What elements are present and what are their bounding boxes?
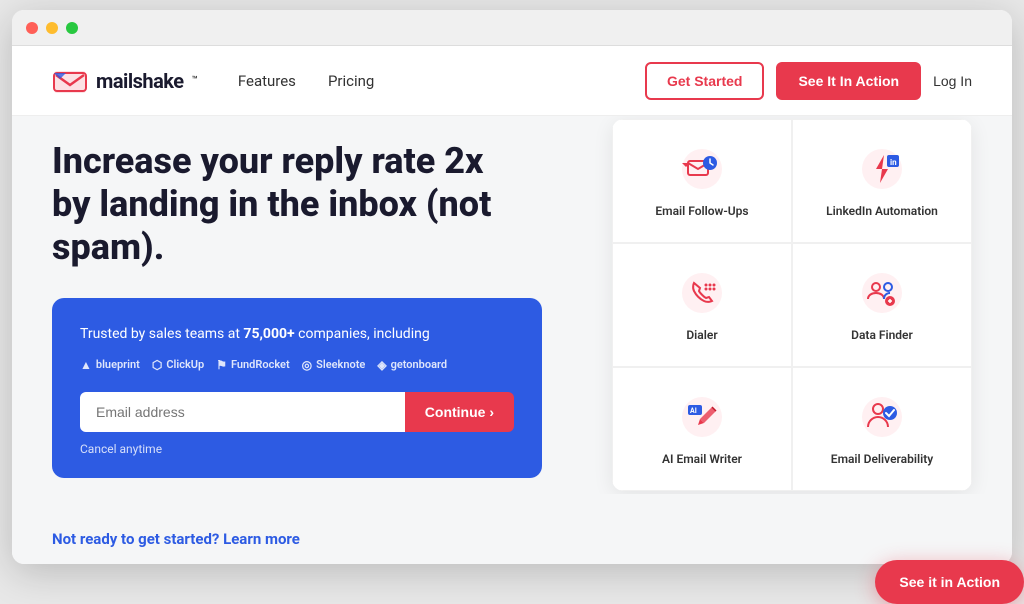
feature-card-deliverability[interactable]: Email Deliverability xyxy=(792,367,972,491)
feature-card-linkedin[interactable]: in LinkedIn Automation xyxy=(792,119,972,243)
company-logo-getonboard: ◈ getonboard xyxy=(377,358,447,372)
cancel-text: Cancel anytime xyxy=(80,442,514,456)
nav-links: Features Pricing xyxy=(238,72,645,90)
company-logos: ▲ blueprint ⬡ ClickUp ⚑ FundRocket ◎ Sle… xyxy=(80,358,514,372)
dialer-icon xyxy=(677,268,727,318)
company-logo-blueprint: ▲ blueprint xyxy=(80,358,140,372)
nav-link-pricing[interactable]: Pricing xyxy=(328,72,374,90)
main-body: Increase your reply rate 2x by landing i… xyxy=(12,116,1012,494)
email-form: Continue › xyxy=(80,392,514,432)
email-followup-icon xyxy=(677,144,727,194)
feature-card-email-followups[interactable]: Email Follow-Ups xyxy=(612,119,792,243)
company-logo-clickup: ⬡ ClickUp xyxy=(152,358,204,372)
company-logo-fundrocket: ⚑ FundRocket xyxy=(216,358,289,372)
feature-label-email-followups: Email Follow-Ups xyxy=(655,204,748,218)
cta-box: Trusted by sales teams at 75,000+ compan… xyxy=(52,298,542,478)
browser-titlebar xyxy=(12,10,1012,46)
see-it-in-action-nav-button[interactable]: See It In Action xyxy=(776,62,921,100)
get-started-button[interactable]: Get Started xyxy=(645,62,764,100)
left-section: Increase your reply rate 2x by landing i… xyxy=(52,116,572,494)
navbar: mailshake ™ Features Pricing Get Started … xyxy=(12,46,1012,116)
learn-more-link[interactable]: Not ready to get started? Learn more xyxy=(52,510,300,548)
svg-text:AI: AI xyxy=(690,407,697,415)
page-content: mailshake ™ Features Pricing Get Started … xyxy=(12,46,1012,564)
email-input[interactable] xyxy=(80,392,405,432)
feature-card-dialer[interactable]: Dialer xyxy=(612,243,792,367)
traffic-light-yellow[interactable] xyxy=(46,22,58,34)
right-section: Email Follow-Ups in xyxy=(612,116,972,494)
feature-card-data-finder[interactable]: Data Finder xyxy=(792,243,972,367)
logo-text: mailshake xyxy=(96,69,184,93)
nav-actions: Get Started See It In Action Log In xyxy=(645,62,972,100)
login-button[interactable]: Log In xyxy=(933,73,972,89)
features-grid: Email Follow-Ups in xyxy=(612,119,972,491)
data-finder-icon xyxy=(857,268,907,318)
hero-heading: Increase your reply rate 2x by landing i… xyxy=(52,140,512,270)
feature-label-data-finder: Data Finder xyxy=(851,328,913,342)
deliverability-icon xyxy=(857,392,907,442)
feature-card-ai-writer[interactable]: AI AI Email Writer xyxy=(612,367,792,491)
company-logo-sleeknote: ◎ Sleeknote xyxy=(302,358,366,372)
traffic-light-red[interactable] xyxy=(26,22,38,34)
nav-link-features[interactable]: Features xyxy=(238,72,296,90)
feature-label-dialer: Dialer xyxy=(686,328,717,342)
svg-text:in: in xyxy=(890,158,897,167)
feature-label-linkedin: LinkedIn Automation xyxy=(826,204,938,218)
linkedin-icon: in xyxy=(857,144,907,194)
ai-writer-icon: AI xyxy=(677,392,727,442)
bottom-area: Not ready to get started? Learn more See… xyxy=(12,494,1012,564)
feature-label-deliverability: Email Deliverability xyxy=(831,452,933,466)
logo-area[interactable]: mailshake ™ xyxy=(52,63,198,99)
continue-button[interactable]: Continue › xyxy=(405,392,514,432)
trusted-text: Trusted by sales teams at 75,000+ compan… xyxy=(80,326,514,342)
traffic-light-green[interactable] xyxy=(66,22,78,34)
mailshake-logo-icon xyxy=(52,63,88,99)
logo-tm: ™ xyxy=(192,75,198,86)
feature-label-ai-writer: AI Email Writer xyxy=(662,452,742,466)
see-it-in-action-float-button[interactable]: See it in Action xyxy=(875,560,1012,564)
